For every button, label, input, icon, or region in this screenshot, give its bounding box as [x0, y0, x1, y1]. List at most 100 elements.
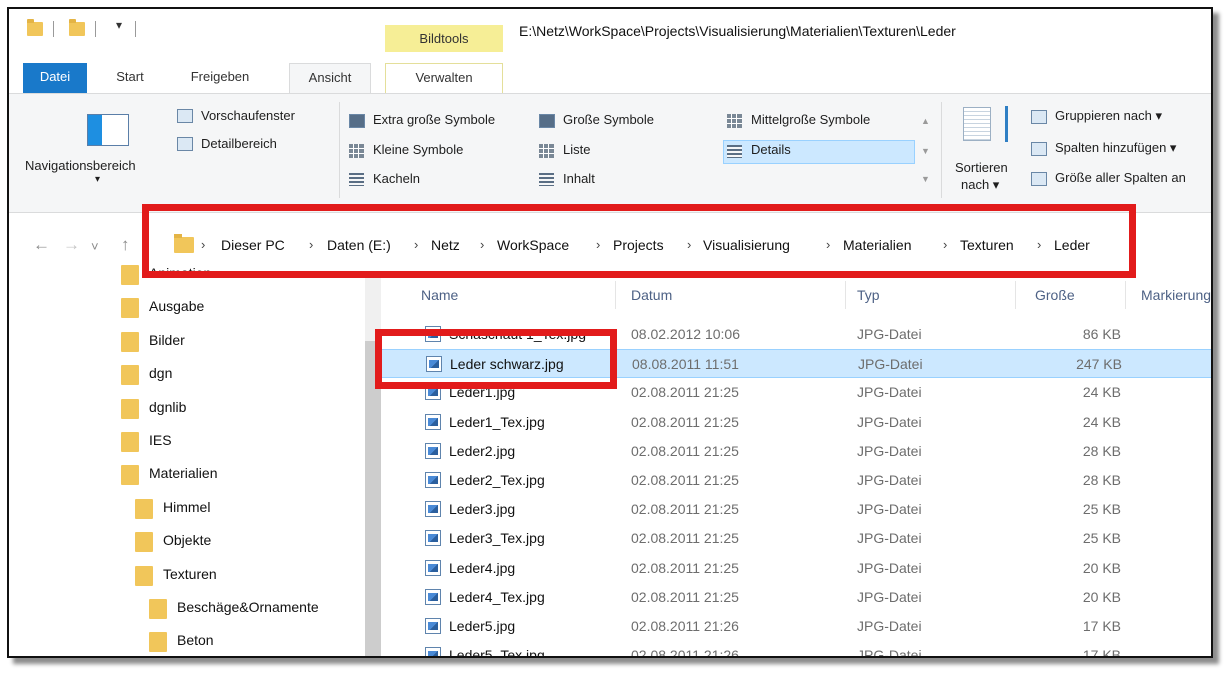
file-row[interactable]: Leder4_Tex.jpg 02.08.2011 21:25 JPG-Datei 2…: [381, 583, 1211, 612]
file-row[interactable]: Leder2.jpg 02.08.2011 21:25 JPG-Datei 28 KB: [381, 437, 1211, 466]
address-bar-highlight-box: [142, 204, 1136, 278]
file-row[interactable]: Leder3_Tex.jpg 02.08.2011 21:25 JPG-Datei 2…: [381, 524, 1211, 553]
tree-item[interactable]: IES: [9, 426, 365, 456]
tree-item[interactable]: Texturen: [9, 560, 365, 590]
tab-ansicht[interactable]: Ansicht: [289, 63, 371, 94]
file-size-cell: 28 KB: [1082, 472, 1121, 488]
small-icons-icon: [349, 144, 364, 158]
liste-option[interactable]: Liste: [563, 142, 590, 157]
folder-icon: [149, 632, 167, 653]
file-row[interactable]: Leder3.jpg 02.08.2011 21:25 JPG-Datei 25 KB: [381, 495, 1211, 524]
up-button[interactable]: ↑: [121, 235, 130, 255]
spalten-hinzufuegen-button[interactable]: Spalten hinzufügen ▾: [1055, 140, 1176, 156]
new-folder-icon[interactable]: [69, 19, 85, 36]
folder-icon: [121, 298, 139, 319]
tree-item[interactable]: Beschäge&Ornamente: [9, 593, 365, 623]
image-file-icon: [425, 501, 441, 518]
tree-item[interactable]: dgn: [9, 359, 365, 389]
back-button[interactable]: ←: [33, 235, 50, 255]
file-size-cell: 25 KB: [1082, 501, 1121, 518]
folder-icon: [121, 398, 139, 419]
kacheln-option[interactable]: Kacheln: [373, 171, 420, 186]
folder-icon[interactable]: [27, 19, 43, 36]
groesse-aller-spalten-button[interactable]: Größe aller Spalten an: [1055, 170, 1186, 185]
mittelgrosse-symbole-option[interactable]: Mittelgroße Symbole: [751, 112, 870, 127]
navigation-pane-icon[interactable]: [87, 114, 129, 146]
column-header-groesse[interactable]: Große: [1035, 287, 1075, 303]
layout-more-icon[interactable]: ▼: [921, 174, 930, 184]
image-file-icon: [425, 618, 441, 634]
tree-item[interactable]: dgnlib: [9, 393, 365, 423]
column-header-typ[interactable]: Typ: [857, 287, 880, 303]
file-name-cell: Leder4.jpg: [449, 559, 516, 576]
image-file-icon: [425, 530, 441, 547]
preview-pane-icon: [177, 109, 193, 123]
sortieren-button[interactable]: Sortieren: [955, 160, 1008, 175]
column-divider[interactable]: [1015, 281, 1016, 309]
file-size-cell: 86 KB: [1082, 326, 1121, 342]
column-divider[interactable]: [1125, 281, 1126, 309]
column-header-markierung[interactable]: Markierung: [1141, 287, 1211, 303]
detailbereich-button[interactable]: Detailbereich: [201, 136, 277, 151]
sort-arrow-icon: [1005, 106, 1008, 142]
ribbon: Navigationsbereich ▾ Vorschaufenster Det…: [9, 93, 1211, 213]
layout-scroll-down-icon[interactable]: ▼: [921, 146, 930, 156]
layout-scroll-up-icon[interactable]: ▲: [921, 116, 930, 126]
window-title: E:\Netz\WorkSpace\Projects\Visualisierun…: [519, 23, 956, 39]
column-divider[interactable]: [845, 281, 846, 309]
file-size-cell: 25 KB: [1082, 530, 1121, 547]
file-type-cell: JPG-Datei: [857, 472, 922, 488]
tree-item[interactable]: Objekte: [9, 526, 365, 556]
recent-locations-button[interactable]: ˅: [91, 239, 99, 254]
column-divider[interactable]: [615, 281, 616, 309]
column-header-datum[interactable]: Datum: [631, 287, 672, 303]
selected-file-highlight-box: [375, 329, 617, 389]
column-header-name[interactable]: Name: [421, 287, 458, 303]
file-row[interactable]: Leder4.jpg 02.08.2011 21:25 JPG-Datei 20 KB: [381, 554, 1211, 583]
file-date-cell: 02.08.2011 21:25: [631, 384, 739, 401]
content-view-icon: [539, 173, 554, 186]
tree-item[interactable]: Ausgabe: [9, 292, 365, 322]
grosse-symbole-option[interactable]: Große Symbole: [563, 112, 654, 127]
kleine-symbole-option[interactable]: Kleine Symbole: [373, 142, 463, 157]
customize-quick-access-button[interactable]: ▾: [116, 18, 122, 32]
file-size-cell: 17 KB: [1082, 647, 1121, 658]
tab-start[interactable]: Start: [105, 63, 155, 93]
details-option[interactable]: Details: [751, 142, 791, 157]
file-row[interactable]: Leder5_Tex.jpg 02.08.2011 21:26 JPG-Datei 1…: [381, 641, 1211, 658]
image-file-icon: [425, 442, 441, 459]
file-row[interactable]: Leder1_Tex.jpg 02.08.2011 21:25 JPG-Datei 2…: [381, 408, 1211, 437]
file-row[interactable]: Leder5.jpg 02.08.2011 21:26 JPG-Datei 17 KB: [381, 612, 1211, 641]
file-row[interactable]: Leder2_Tex.jpg 02.08.2011 21:25 JPG-Datei 2…: [381, 466, 1211, 495]
tree-item[interactable]: Himmel: [9, 493, 365, 523]
add-columns-icon: [1031, 142, 1047, 156]
extra-grosse-symbole-option[interactable]: Extra große Symbole: [373, 112, 495, 127]
file-name-cell: Leder3_Tex.jpg: [449, 530, 545, 547]
file-date-cell: 08.08.2011 11:51: [632, 356, 739, 373]
file-date-cell: 02.08.2011 21:26: [631, 647, 739, 658]
file-date-cell: 02.08.2011 21:25: [631, 559, 739, 576]
vorschaufenster-button[interactable]: Vorschaufenster: [201, 108, 295, 123]
tree-item[interactable]: Bilder: [9, 326, 365, 356]
sort-by-icon[interactable]: [963, 107, 991, 141]
tree-item-label: dgn: [149, 365, 173, 382]
inhalt-option[interactable]: Inhalt: [563, 171, 595, 186]
folder-icon: [135, 565, 153, 586]
tree-item[interactable]: Materialien: [9, 459, 365, 489]
file-size-cell: 28 KB: [1082, 442, 1121, 459]
forward-button[interactable]: →: [63, 235, 80, 255]
quick-access-separator: [53, 21, 54, 37]
navigationsbereich-button[interactable]: Navigationsbereich: [25, 158, 136, 173]
tree-item-label: Beton: [177, 632, 214, 649]
explorer-window: ▾ Bildtools E:\Netz\WorkSpace\Projects\V…: [7, 7, 1213, 658]
tree-item[interactable]: Beton: [9, 626, 365, 656]
tab-datei[interactable]: Datei: [23, 63, 87, 93]
file-name-cell: Leder4_Tex.jpg: [449, 588, 545, 605]
file-name-cell: Leder5.jpg: [449, 618, 516, 634]
navigationsbereich-dropdown-icon[interactable]: ▾: [95, 174, 100, 185]
tab-freigeben[interactable]: Freigeben: [177, 63, 263, 93]
gruppieren-nach-button[interactable]: Gruppieren nach ▾: [1055, 108, 1162, 124]
sortieren-nach-label[interactable]: nach ▾: [961, 177, 999, 193]
folder-icon: [121, 365, 139, 386]
tab-verwalten[interactable]: Verwalten: [385, 63, 503, 94]
